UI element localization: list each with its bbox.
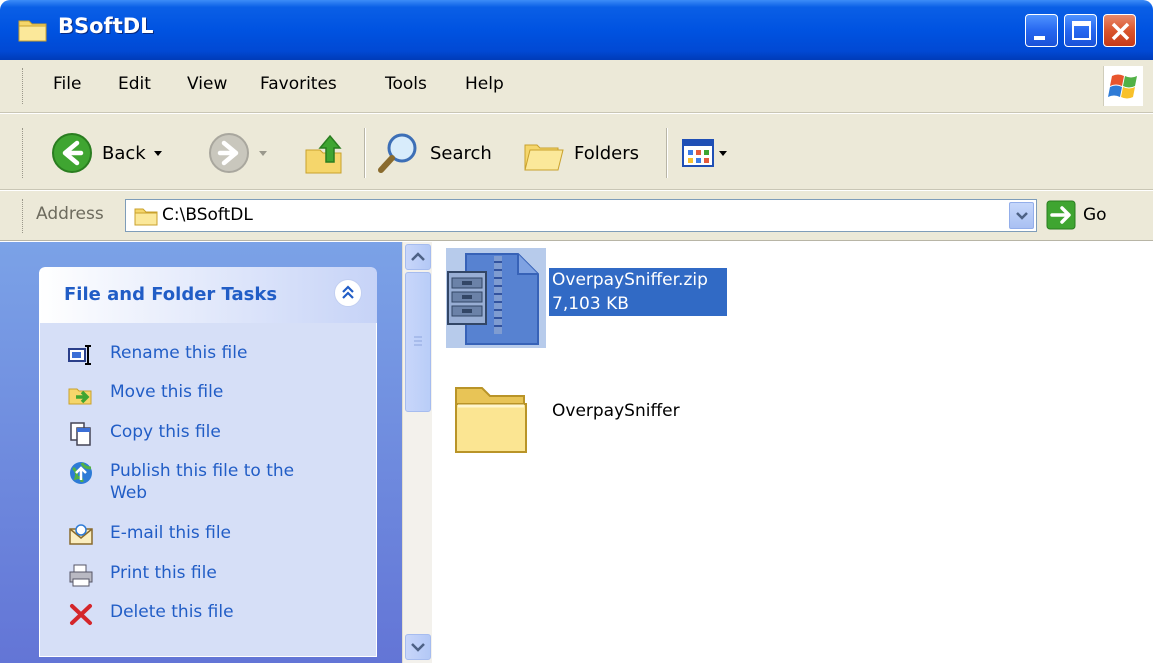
publish-icon <box>70 462 92 484</box>
copy-icon <box>70 422 91 446</box>
file-item-zip[interactable] <box>446 248 546 348</box>
task-label: Move this file <box>110 382 224 402</box>
folders-icon <box>524 144 564 171</box>
scroll-up-button[interactable] <box>405 244 431 270</box>
windows-flag-icon <box>1108 74 1137 99</box>
menu-tools[interactable]: Tools <box>385 74 427 94</box>
task-label: E-mail this file <box>110 523 232 543</box>
go-arrow-icon <box>1046 200 1076 230</box>
address-grip[interactable] <box>22 199 25 233</box>
maximize-button[interactable] <box>1064 14 1097 47</box>
folders-button[interactable]: Folders <box>522 132 639 174</box>
close-button[interactable] <box>1103 14 1136 47</box>
views-button[interactable] <box>681 132 733 174</box>
task-rename[interactable]: Rename this file <box>68 342 330 368</box>
task-label: Print this file <box>110 563 217 583</box>
chevron-down-icon <box>411 643 425 652</box>
toolbar-grip[interactable] <box>22 128 25 178</box>
print-icon <box>69 564 93 587</box>
menu-file[interactable]: File <box>53 74 81 94</box>
zip-archive-icon <box>446 248 546 348</box>
up-folder-icon <box>305 134 342 174</box>
standard-toolbar: Back Search Folders <box>0 114 1153 190</box>
menu-help[interactable]: Help <box>465 74 504 94</box>
windows-logo <box>1103 66 1143 106</box>
minimize-button[interactable] <box>1025 14 1058 47</box>
folder-icon <box>18 20 47 42</box>
double-chevron-up-icon <box>342 285 354 299</box>
grip-lines-icon <box>414 336 422 346</box>
file-label-zip[interactable]: OverpaySniffer.zip 7,103 KB <box>549 268 727 316</box>
back-arrow-icon <box>52 133 92 173</box>
forward-arrow-icon <box>209 133 249 173</box>
rename-icon <box>68 345 91 365</box>
minimize-icon <box>1034 36 1045 40</box>
file-label-folder[interactable]: OverpaySniffer <box>552 400 680 422</box>
task-panel-body: Rename this file Move this file Copy thi… <box>39 323 377 657</box>
file-folder-tasks-panel: File and Folder Tasks Rename this file M… <box>39 267 377 657</box>
task-label: Copy this file <box>110 422 221 442</box>
address-dropdown-button[interactable] <box>1009 202 1034 229</box>
toolbar-separator <box>666 128 667 178</box>
views-icon <box>682 139 714 167</box>
file-size: 7,103 KB <box>549 292 727 316</box>
task-publish[interactable]: Publish this file to the Web <box>68 460 330 504</box>
maximize-icon <box>1072 21 1091 40</box>
chevron-up-icon <box>411 252 425 261</box>
task-move[interactable]: Move this file <box>68 381 330 407</box>
toolbar-separator <box>364 128 365 178</box>
up-folder-button[interactable] <box>302 132 348 174</box>
go-button[interactable]: Go <box>1046 200 1107 230</box>
folders-label: Folders <box>574 142 640 164</box>
menu-edit[interactable]: Edit <box>118 74 151 94</box>
task-delete[interactable]: Delete this file <box>68 601 330 627</box>
scroll-thumb[interactable] <box>405 272 431 412</box>
task-copy[interactable]: Copy this file <box>68 421 330 447</box>
close-icon <box>1111 22 1130 41</box>
folder-icon <box>455 387 527 453</box>
menu-favorites[interactable]: Favorites <box>260 74 337 94</box>
back-button[interactable]: Back <box>50 132 168 174</box>
address-bar: Address C:\BSoftDL Go <box>0 191 1153 241</box>
task-pane-scrollbar[interactable] <box>402 242 432 663</box>
email-icon <box>69 524 93 545</box>
folder-name: OverpaySniffer <box>552 401 680 421</box>
explorer-content: File and Folder Tasks Rename this file M… <box>0 242 1153 663</box>
back-dropdown-icon[interactable] <box>146 143 168 163</box>
task-panel-header[interactable]: File and Folder Tasks <box>39 267 377 323</box>
scroll-down-button[interactable] <box>405 634 431 660</box>
task-pane: File and Folder Tasks Rename this file M… <box>0 242 402 663</box>
task-panel-title: File and Folder Tasks <box>64 284 278 305</box>
move-icon <box>68 388 92 405</box>
menu-view[interactable]: View <box>187 74 227 94</box>
search-button[interactable]: Search <box>376 132 492 174</box>
task-email[interactable]: E-mail this file <box>68 522 330 548</box>
go-label: Go <box>1083 205 1107 225</box>
forward-button[interactable] <box>207 132 273 174</box>
forward-dropdown-icon[interactable] <box>251 143 273 163</box>
title-bar[interactable]: BSoftDL <box>0 0 1153 60</box>
file-name: OverpaySniffer.zip <box>549 268 727 292</box>
task-label: Rename this file <box>110 343 248 363</box>
task-label: Delete this file <box>110 602 234 622</box>
task-label: Publish this file to the Web <box>110 461 295 503</box>
file-item-folder[interactable] <box>446 370 536 460</box>
folder-icon <box>134 208 158 226</box>
address-value[interactable]: C:\BSoftDL <box>162 205 253 225</box>
task-print[interactable]: Print this file <box>68 562 330 588</box>
menu-bar: File Edit View Favorites Tools Help <box>0 60 1153 113</box>
chevron-down-icon <box>1016 212 1028 220</box>
search-label: Search <box>430 142 492 164</box>
views-dropdown-icon[interactable] <box>717 143 733 163</box>
window-title: BSoftDL <box>58 14 154 38</box>
back-label: Back <box>102 142 146 164</box>
address-field[interactable]: C:\BSoftDL <box>125 199 1037 232</box>
menu-grip[interactable] <box>22 68 25 104</box>
search-icon <box>378 133 417 173</box>
delete-icon <box>70 604 92 625</box>
address-label: Address <box>36 204 104 224</box>
collapse-button[interactable] <box>334 279 362 307</box>
